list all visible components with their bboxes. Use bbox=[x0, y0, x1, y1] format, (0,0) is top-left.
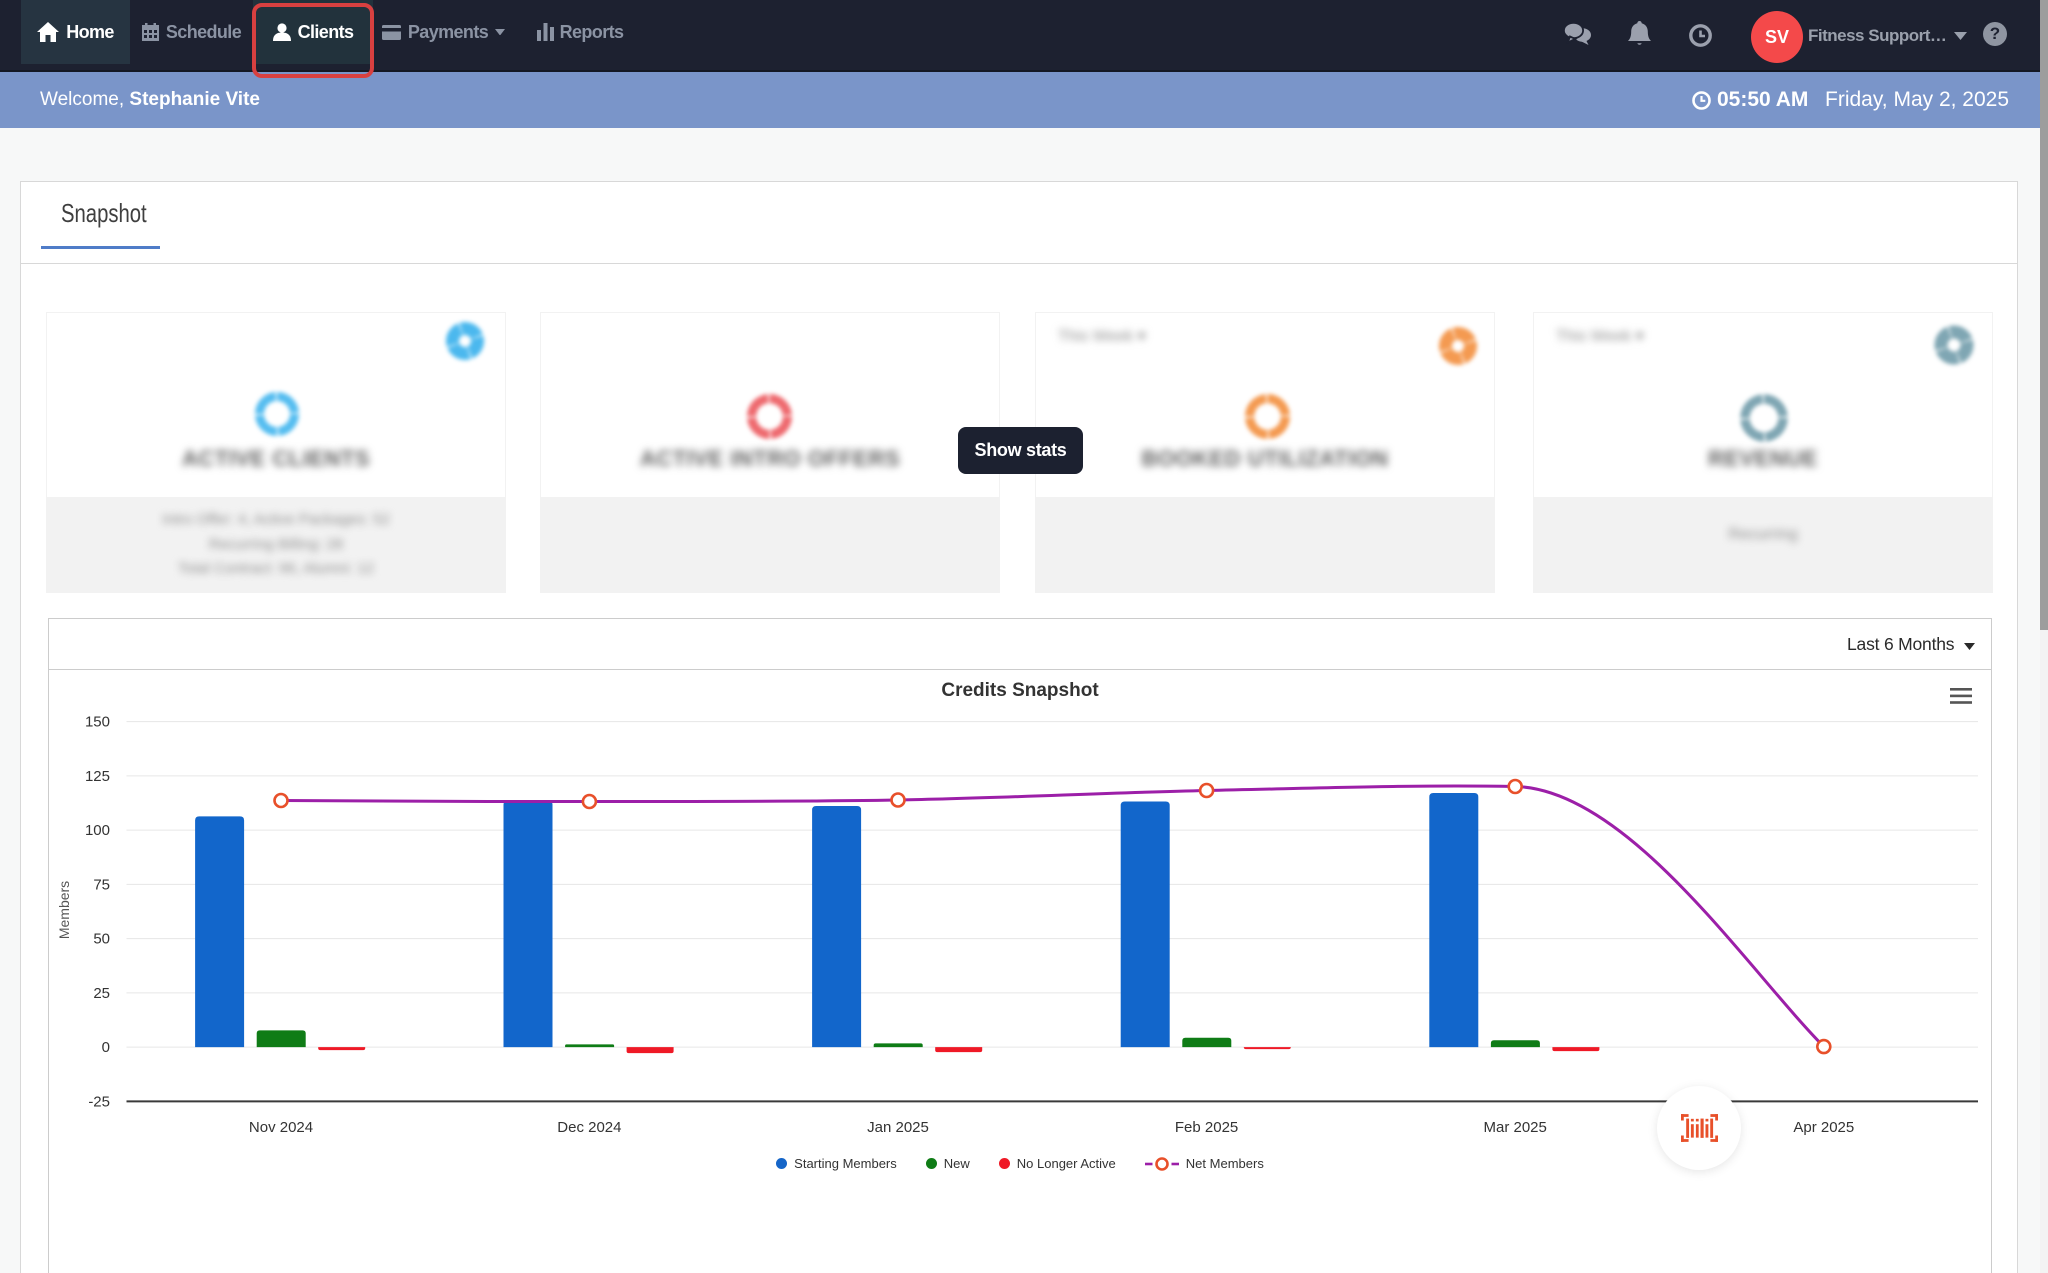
svg-text:75: 75 bbox=[93, 876, 110, 893]
svg-text:0: 0 bbox=[102, 1039, 110, 1056]
svg-text:50: 50 bbox=[93, 931, 110, 948]
svg-text:Jan 2025: Jan 2025 bbox=[867, 1119, 929, 1136]
svg-text:100: 100 bbox=[85, 822, 110, 839]
svg-text:Dec 2024: Dec 2024 bbox=[557, 1119, 621, 1136]
svg-text:-25: -25 bbox=[88, 1093, 110, 1110]
svg-text:Members: Members bbox=[56, 881, 72, 939]
svg-text:125: 125 bbox=[85, 768, 110, 785]
svg-text:Mar 2025: Mar 2025 bbox=[1484, 1119, 1547, 1136]
svg-text:25: 25 bbox=[93, 985, 110, 1002]
svg-text:Nov 2024: Nov 2024 bbox=[249, 1119, 313, 1136]
svg-text:Apr 2025: Apr 2025 bbox=[1793, 1119, 1854, 1136]
svg-text:Feb 2025: Feb 2025 bbox=[1175, 1119, 1238, 1136]
svg-text:150: 150 bbox=[85, 714, 110, 731]
